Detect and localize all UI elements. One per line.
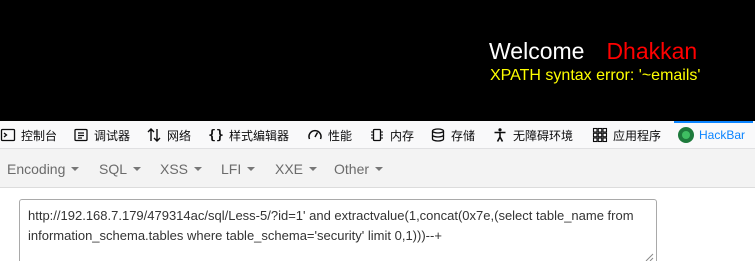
menu-lfi-label: LFI (221, 160, 242, 177)
performance-icon (307, 127, 323, 143)
tab-storage[interactable]: 存储 (430, 121, 475, 149)
tab-console-label: 控制台 (21, 128, 58, 143)
style-editor-icon: {} (208, 127, 224, 143)
welcome-username: Dhakkan (606, 38, 698, 64)
welcome-line: Welcome Dhakkan (489, 36, 697, 66)
menu-other-label: Other (334, 160, 370, 177)
page-content: Welcome Dhakkan XPATH syntax error: '~ema… (0, 0, 755, 121)
caret-down-icon (133, 166, 142, 171)
tab-application[interactable]: 应用程序 (592, 121, 661, 149)
hackbar-icon (678, 127, 694, 143)
application-icon (592, 127, 608, 143)
network-icon (146, 127, 162, 143)
tab-hackbar-label: HackBar (699, 128, 746, 142)
devtools-toolbar: 控制台 调试器 网络 {} 样式编辑器 性能 内存 存储 无障碍环境 应用程序 … (0, 121, 755, 149)
tab-application-label: 应用程序 (613, 128, 662, 143)
tab-hackbar[interactable]: HackBar (674, 121, 754, 149)
tab-style-editor-label: 样式编辑器 (229, 128, 290, 143)
menu-encoding[interactable]: Encoding (7, 149, 80, 188)
menu-xss-label: XSS (160, 160, 189, 177)
url-text: http://192.168.7.179/479314ac/sql/Less-5… (28, 208, 634, 243)
menu-sql-label: SQL (99, 160, 128, 177)
tab-performance-label: 性能 (328, 128, 353, 143)
debugger-icon (73, 127, 89, 143)
menu-xxe[interactable]: XXE (275, 149, 318, 188)
tab-console[interactable]: 控制台 (0, 121, 57, 149)
accessibility-icon (492, 127, 508, 143)
menu-lfi[interactable]: LFI (221, 149, 256, 188)
tab-debugger-label: 调试器 (94, 128, 131, 143)
tab-accessibility-label: 无障碍环境 (513, 128, 574, 143)
tab-accessibility[interactable]: 无障碍环境 (492, 121, 573, 149)
caret-down-icon (309, 166, 318, 171)
menu-encoding-label: Encoding (7, 160, 66, 177)
tab-debugger[interactable]: 调试器 (73, 121, 130, 149)
caret-down-icon (247, 166, 256, 171)
tab-style-editor[interactable]: {} 样式编辑器 (208, 121, 289, 149)
welcome-text: Welcome (489, 38, 585, 64)
tab-storage-label: 存储 (451, 128, 476, 143)
hackbar-menu: Encoding SQL XSS LFI XXE Other (0, 149, 755, 188)
tab-memory-label: 内存 (390, 128, 415, 143)
caret-down-icon (194, 166, 203, 171)
hackbar-panel: http://192.168.7.179/479314ac/sql/Less-5… (0, 188, 755, 261)
url-textarea[interactable]: http://192.168.7.179/479314ac/sql/Less-5… (19, 199, 657, 261)
caret-down-icon (375, 166, 384, 171)
tab-network[interactable]: 网络 (146, 121, 191, 149)
menu-xxe-label: XXE (275, 160, 304, 177)
caret-down-icon (71, 166, 80, 171)
resize-grip-icon[interactable] (645, 253, 654, 261)
xpath-error-message: XPATH syntax error: '~emails' (490, 67, 701, 84)
storage-icon (430, 127, 446, 143)
tab-performance[interactable]: 性能 (307, 121, 352, 149)
memory-icon (369, 127, 385, 143)
tab-memory[interactable]: 内存 (369, 121, 414, 149)
menu-xss[interactable]: XSS (160, 149, 203, 188)
console-icon (0, 127, 16, 143)
menu-other[interactable]: Other (334, 149, 384, 188)
menu-sql[interactable]: SQL (99, 149, 142, 188)
active-tab-indicator (674, 121, 754, 123)
tab-network-label: 网络 (167, 128, 192, 143)
